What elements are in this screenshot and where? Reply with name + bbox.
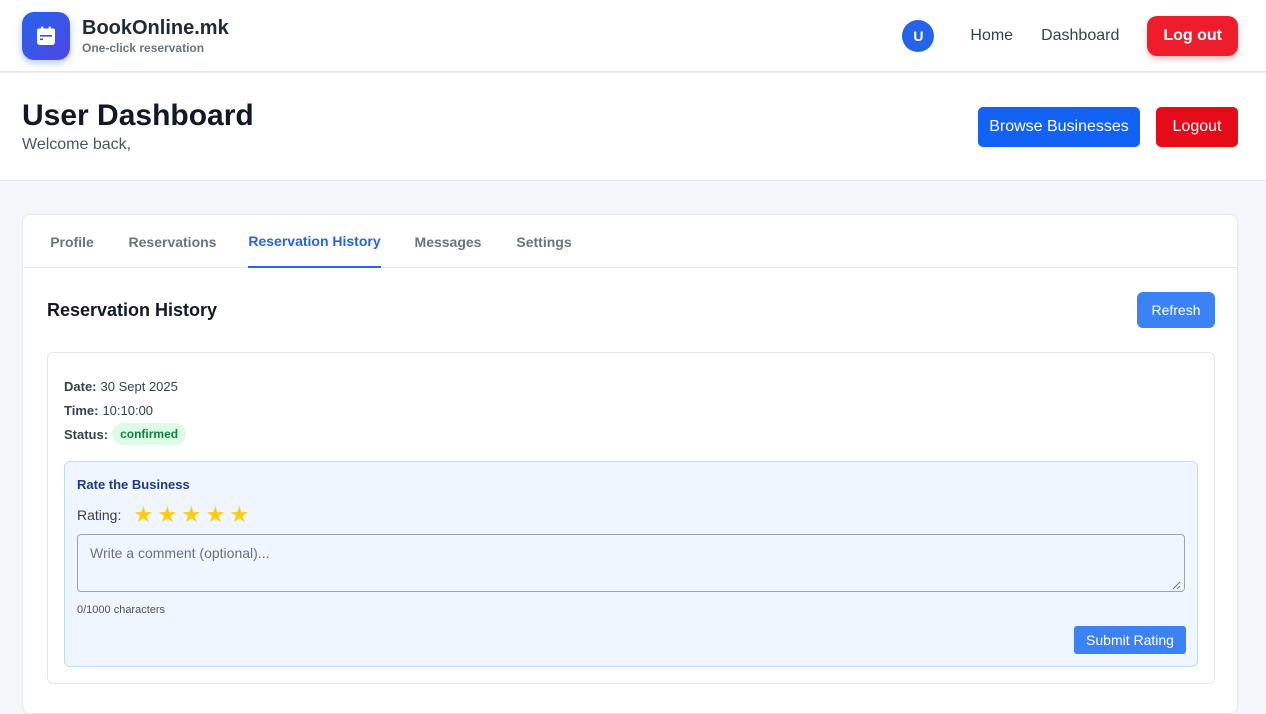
rating-title: Rate the Business: [77, 477, 190, 492]
brand-tagline: One-click reservation: [82, 41, 205, 55]
page-title: User Dashboard: [22, 99, 254, 132]
browse-businesses-button[interactable]: Browse Businesses: [978, 107, 1140, 147]
user-avatar[interactable]: U: [902, 20, 935, 52]
header-logout-button[interactable]: Logout: [1156, 107, 1238, 147]
time-label: Time:: [64, 403, 99, 418]
brand[interactable]: BookOnline.mk One-click reservation: [22, 12, 229, 60]
status-badge: confirmed: [112, 423, 187, 445]
submit-rating-button[interactable]: Submit Rating: [1074, 626, 1186, 654]
reservation-time-row: Time: 10:10:00: [64, 403, 153, 418]
date-label: Date:: [64, 379, 97, 394]
character-count: 0/1000 characters: [77, 604, 166, 616]
reservation-date: 30 Sept 2025: [100, 379, 178, 394]
brand-name: BookOnline.mk: [82, 17, 229, 39]
nav-home-link[interactable]: Home: [970, 27, 1013, 45]
top-navbar: BookOnline.mk One-click reservation U Ho…: [0, 0, 1266, 72]
calendar-icon: [22, 12, 70, 60]
star-icon[interactable]: ★: [131, 503, 155, 527]
tab-messages[interactable]: Messages: [415, 215, 482, 268]
tab-reservation-history[interactable]: Reservation History: [248, 215, 381, 268]
section-title: Reservation History: [47, 300, 218, 320]
dashboard-card: Profile Reservations Reservation History…: [22, 214, 1238, 714]
nav-dashboard-link[interactable]: Dashboard: [1041, 27, 1119, 45]
navbar-logout-button[interactable]: Log out: [1147, 16, 1238, 56]
tab-settings[interactable]: Settings: [516, 215, 571, 268]
star-icon[interactable]: ★: [203, 503, 227, 527]
star-icon[interactable]: ★: [227, 503, 251, 527]
rating-panel: Rate the Business Rating: ★ ★ ★ ★ ★ 0/10…: [64, 461, 1198, 667]
rating-label: Rating:: [77, 507, 122, 523]
status-label: Status:: [64, 426, 109, 442]
tab-bar: Profile Reservations Reservation History…: [23, 215, 1237, 268]
reservation-time: 10:10:00: [102, 403, 154, 418]
page-header: User Dashboard Welcome back, Browse Busi…: [0, 73, 1266, 181]
reservation-status-row: Status: confirmed: [64, 423, 187, 445]
resize-handle-icon[interactable]: [1172, 581, 1181, 590]
star-icon[interactable]: ★: [155, 503, 179, 527]
reservation-item: Date: 30 Sept 2025 Time: 10:10:00 Status…: [47, 352, 1215, 684]
rating-row: Rating: ★ ★ ★ ★ ★: [77, 503, 251, 527]
reservation-date-row: Date: 30 Sept 2025: [64, 379, 178, 394]
star-icon[interactable]: ★: [179, 503, 203, 527]
comment-textarea[interactable]: [77, 534, 1185, 592]
tab-reservations[interactable]: Reservations: [129, 215, 217, 268]
tab-profile[interactable]: Profile: [50, 215, 94, 268]
welcome-text: Welcome back,: [22, 136, 132, 153]
refresh-button[interactable]: Refresh: [1137, 292, 1215, 328]
